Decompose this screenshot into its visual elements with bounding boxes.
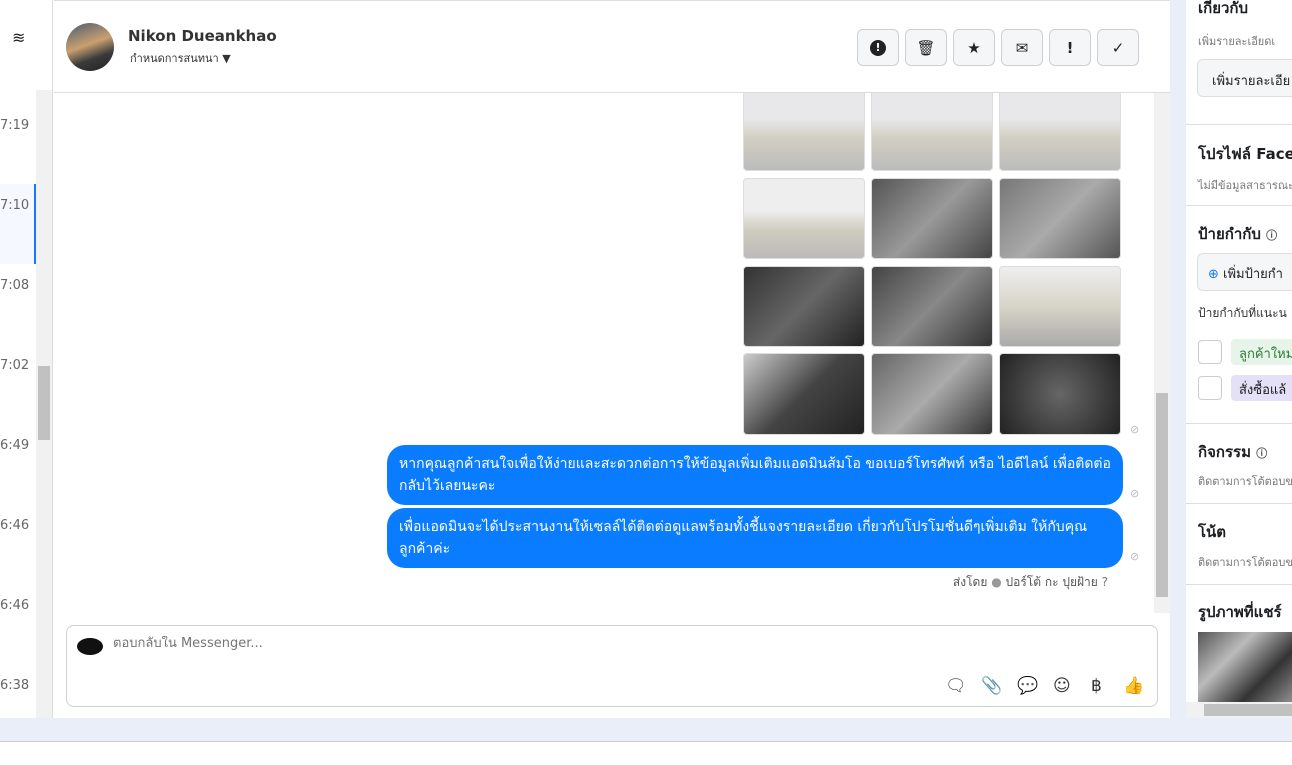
panel-horizontal-scrollbar[interactable]	[1186, 702, 1292, 718]
info-icon[interactable]: ⓘ	[1256, 447, 1267, 460]
activity-title: กิจกรรม ⓘ	[1198, 440, 1267, 464]
paperclip-icon[interactable]: 📎	[981, 676, 1002, 696]
reply-composer: 🗨 📎 💬 ☺ ฿ 👍	[66, 625, 1158, 707]
contact-name[interactable]: Nikon Dueankhao	[128, 27, 277, 45]
message-bubble[interactable]: เพื่อแอดมินจะได้ประสานงานให้เซลล์ได้ติดต…	[387, 508, 1123, 568]
facebook-profile-subtitle: ไม่มีข้อมูลสาธารณะ	[1198, 179, 1292, 192]
check-icon: ✓	[1111, 38, 1125, 57]
envelope-icon: ✉	[1015, 38, 1029, 57]
label-checkbox[interactable]	[1198, 376, 1222, 400]
exclamation-icon: !	[1066, 38, 1074, 57]
conversation-time[interactable]: 7:19	[0, 118, 29, 133]
thumbs-up-icon[interactable]: 👍	[1123, 676, 1144, 696]
shared-photo[interactable]	[871, 266, 993, 347]
panel-gap	[1170, 0, 1186, 718]
activity-subtitle: ติดตามการโต้ตอบข	[1198, 475, 1292, 488]
bottom-bar	[0, 718, 1292, 742]
shared-photo-thumbnail[interactable]	[1198, 632, 1292, 702]
chat-bubble-icon[interactable]: 💬	[1017, 676, 1038, 696]
add-label-text: เพิ่มป้ายกำ	[1223, 267, 1283, 282]
message-thread: ⊘ หากคุณลูกค้าสนใจเพื่อให้ง่ายและสะดวกต่…	[54, 93, 1154, 619]
seen-icon: ⊘	[1130, 423, 1140, 436]
sent-by: ส่งโดย ● ปอร์โต้ กะ ปุยฝ้าย ?	[953, 573, 1108, 592]
conversation-time[interactable]: 7:08	[0, 278, 29, 293]
conversation-time[interactable]: 6:46	[0, 518, 29, 533]
chat-scrollbar-thumb[interactable]	[1156, 393, 1168, 597]
seen-icon: ⊘	[1130, 550, 1140, 563]
sender-name: ปอร์โต้ กะ ปุยฝ้าย	[1005, 575, 1098, 589]
mark-unread-button[interactable]: ✉	[1001, 29, 1043, 66]
shared-photo[interactable]	[999, 353, 1121, 435]
baht-icon[interactable]: ฿	[1091, 676, 1102, 696]
chat-header: Nikon Dueankhao กำหนดการสนทนา ▼ ! 🗑 ★ ✉ …	[54, 1, 1170, 93]
spam-button[interactable]: !	[857, 29, 899, 66]
suggested-labels: ป้ายกำกับที่แนะน	[1198, 306, 1287, 320]
notes-title: โน้ต	[1198, 523, 1227, 541]
page-avatar	[77, 638, 103, 655]
shared-photos-title: รูปภาพที่แชร์	[1198, 603, 1282, 621]
conversation-time[interactable]: 7:02	[0, 358, 29, 373]
activity-title-text: กิจกรรม	[1198, 443, 1251, 461]
reply-input[interactable]	[113, 636, 1013, 651]
label-checkbox[interactable]	[1198, 340, 1222, 364]
info-icon[interactable]: ⓘ	[1266, 229, 1277, 242]
labels-title-text: ป้ายกำกับ	[1198, 225, 1261, 243]
conversation-time[interactable]: 7:10	[0, 198, 29, 213]
caret-down-icon: ▼	[222, 52, 231, 65]
add-label-button[interactable]: ⊕ เพิ่มป้ายกำ	[1197, 253, 1292, 291]
labels-title: ป้ายกำกับ ⓘ	[1198, 222, 1277, 246]
layers-icon[interactable]: ≋	[12, 28, 25, 47]
star-icon: ★	[967, 38, 981, 57]
help-icon[interactable]: ?	[1102, 575, 1108, 589]
saved-reply-icon[interactable]: 🗨	[945, 676, 967, 696]
delete-button[interactable]: 🗑	[905, 29, 947, 66]
about-subtitle: เพิ่มรายละเอียดเ	[1198, 35, 1276, 48]
conversation-selected[interactable]	[0, 184, 36, 264]
notes-subtitle: ติดตามการโต้ตอบข	[1198, 556, 1292, 569]
message-bubble[interactable]: หากคุณลูกค้าสนใจเพื่อให้ง่ายและสะดวกต่อก…	[387, 445, 1123, 505]
shared-photo[interactable]	[743, 178, 865, 259]
alert-circle-icon: !	[870, 39, 886, 56]
shared-photo[interactable]	[743, 266, 865, 347]
about-title: เกี่ยวกับ	[1198, 0, 1249, 17]
shared-photo[interactable]	[871, 353, 993, 435]
avatar[interactable]	[66, 23, 114, 71]
shared-photo[interactable]	[743, 93, 865, 171]
done-button[interactable]: ✓	[1097, 29, 1139, 66]
check-circle-icon: ●	[991, 575, 1002, 589]
conversation-time[interactable]: 6:49	[0, 438, 29, 453]
shared-photo[interactable]	[871, 93, 993, 171]
assign-label: กำหนดการสนทนา	[130, 52, 219, 65]
chat-panel: Nikon Dueankhao กำหนดการสนทนา ▼ ! 🗑 ★ ✉ …	[54, 0, 1170, 718]
contact-details-panel: เกี่ยวกับ เพิ่มรายละเอียดเ เพิ่มรายละเอี…	[1186, 0, 1292, 718]
assign-conversation-dropdown[interactable]: กำหนดการสนทนา ▼	[130, 49, 231, 67]
trash-icon: 🗑	[916, 38, 936, 57]
shared-photo[interactable]	[999, 178, 1121, 259]
label-tag[interactable]: สั่งซื้อแล้	[1231, 375, 1292, 401]
conversation-time[interactable]: 6:46	[0, 598, 29, 613]
label-tag[interactable]: ลูกค้าใหม	[1231, 339, 1292, 365]
star-button[interactable]: ★	[953, 29, 995, 66]
sent-by-label: ส่งโดย	[952, 575, 988, 589]
add-details-button[interactable]: เพิ่มรายละเอีย	[1197, 59, 1292, 97]
shared-photo[interactable]	[999, 266, 1121, 347]
seen-icon: ⊘	[1130, 487, 1140, 500]
plus-circle-icon: ⊕	[1208, 267, 1219, 282]
shared-photo[interactable]	[999, 93, 1121, 171]
conversation-time[interactable]: 6:38	[0, 678, 29, 693]
shared-photo[interactable]	[871, 178, 993, 259]
list-scrollbar-thumb[interactable]	[38, 366, 50, 440]
shared-photo[interactable]	[743, 353, 865, 435]
follow-up-button[interactable]: !	[1049, 29, 1091, 66]
emoji-icon[interactable]: ☺	[1053, 676, 1071, 696]
facebook-profile-title: โปรไฟล์ Face	[1198, 145, 1292, 163]
